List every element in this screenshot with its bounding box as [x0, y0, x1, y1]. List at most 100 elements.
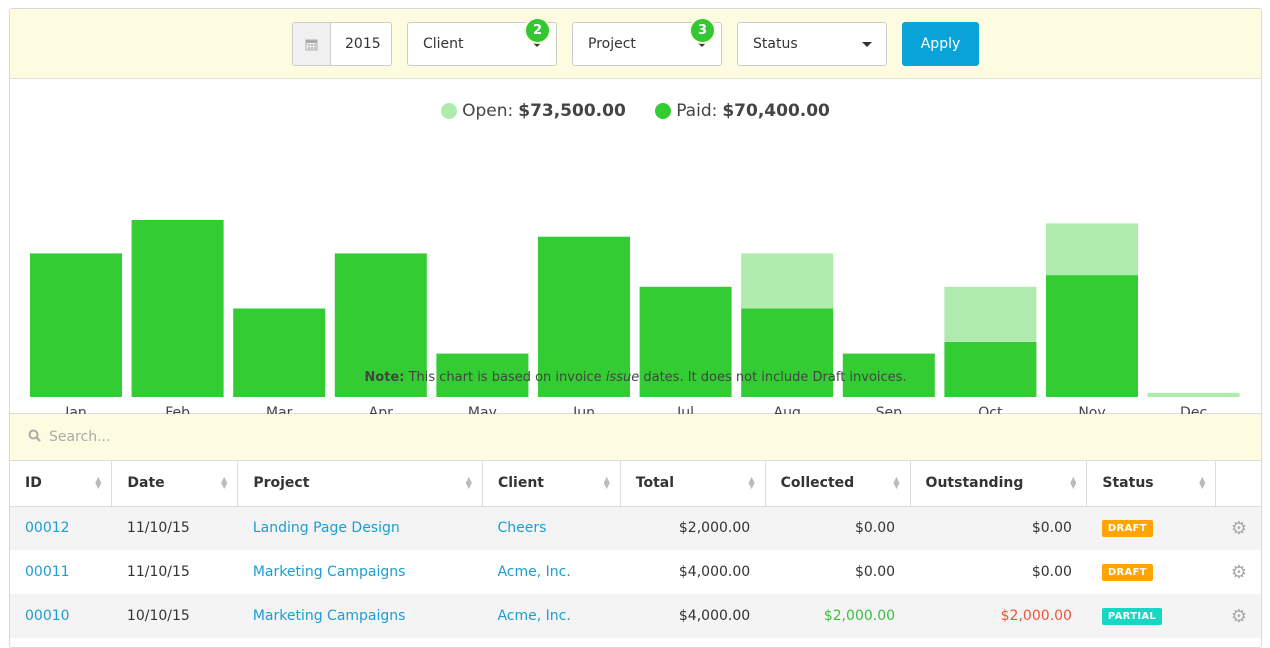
- bar-open-oct: [944, 286, 1037, 342]
- cell-total: $2,000.00: [620, 506, 766, 550]
- sort-icon: ▲ ▼: [748, 475, 755, 490]
- column-header-outstanding[interactable]: Outstanding ▲ ▼: [910, 461, 1088, 507]
- cell-status: DRAFT: [1086, 506, 1216, 550]
- table-row: 00011 11/10/15 Marketing Campaigns Acme,…: [10, 550, 1261, 594]
- column-header-status[interactable]: Status ▲ ▼: [1086, 461, 1217, 507]
- column-header-total[interactable]: Total ▲ ▼: [620, 461, 766, 507]
- column-header-collected[interactable]: Collected ▲ ▼: [765, 461, 911, 507]
- bar-chart-svg: Jan Feb Mar Apr May Jun Jul Aug Sep Oct Nov Dec: [30, 220, 1240, 414]
- invoice-id-link[interactable]: 00012: [25, 520, 70, 536]
- cell-outstanding: $0.00: [910, 506, 1087, 550]
- column-header-project[interactable]: Project ▲ ▼: [237, 461, 483, 507]
- cell-date: 10/10/15: [111, 594, 238, 638]
- bar-open-aug: [741, 253, 834, 309]
- note-text-1: This chart is based on invoice: [404, 370, 606, 385]
- project-select[interactable]: Project 3: [572, 17, 722, 66]
- x-tick-label-jun: Jun: [572, 405, 595, 414]
- search-bar: [10, 414, 1261, 461]
- cell-project: Marketing Campaigns: [238, 550, 483, 594]
- bar-open-dec: [1147, 392, 1240, 397]
- client-link[interactable]: Acme, Inc.: [497, 564, 570, 580]
- client-select[interactable]: Client 2: [407, 17, 557, 66]
- x-tick-label-dec: Dec: [1180, 405, 1207, 414]
- gear-icon[interactable]: ⚙: [1215, 594, 1261, 638]
- table-header-row: ID ▲ ▼ Date ▲ ▼ Project ▲ ▼ Client ▲ ▼ Total ▲ ▼ C…: [10, 461, 1261, 507]
- cell-project: Marketing Campaigns: [237, 594, 483, 638]
- sort-icon: ▲ ▼: [893, 475, 900, 490]
- column-header-client[interactable]: Client ▲ ▼: [482, 461, 621, 507]
- note-text-2: dates. It does not include Draft invoice…: [639, 370, 907, 385]
- status-select[interactable]: Status: [737, 22, 887, 66]
- sort-icon: ▲ ▼: [1199, 475, 1206, 490]
- cell-collected: $0.00: [854, 564, 896, 580]
- client-link[interactable]: Acme, Inc.: [497, 608, 570, 624]
- cell-id: 00010: [10, 594, 112, 638]
- cell-client: Cheers: [482, 506, 621, 550]
- project-link[interactable]: Marketing Campaigns: [253, 608, 406, 624]
- x-tick-label-aug: Aug: [774, 405, 801, 414]
- note-italic: issue: [605, 370, 640, 385]
- project-link[interactable]: Marketing Campaigns: [253, 564, 406, 580]
- cell-collected: $0.00: [765, 506, 911, 550]
- column-label: Date: [127, 475, 165, 492]
- cell-client: Acme, Inc.: [482, 594, 621, 638]
- gear-icon[interactable]: ⚙: [1215, 506, 1261, 550]
- x-tick-label-jul: Jul: [676, 405, 694, 414]
- column-label: ID: [25, 475, 42, 492]
- column-header-id[interactable]: ID ▲ ▼: [10, 461, 113, 507]
- search-input[interactable]: [47, 428, 647, 446]
- x-tick-label-jan: Jan: [64, 405, 87, 414]
- x-tick-label-may: May: [468, 405, 497, 414]
- column-label: Project: [253, 475, 310, 492]
- invoice-id-link[interactable]: 00011: [25, 564, 70, 580]
- status-badge: PARTIAL: [1101, 608, 1163, 625]
- client-filter-count-badge: 2: [524, 17, 551, 44]
- status-badge: DRAFT: [1101, 564, 1153, 581]
- table-row: 00012 11/10/15 Landing Page Design Cheer…: [10, 506, 1261, 550]
- note-bold: Note:: [364, 370, 405, 385]
- column-header-actions: [1215, 461, 1261, 507]
- sort-icon: ▲ ▼: [95, 475, 102, 490]
- gear-icon[interactable]: ⚙: [1216, 550, 1261, 594]
- sort-icon: ▲ ▼: [221, 475, 228, 490]
- client-link[interactable]: Cheers: [497, 520, 546, 536]
- cell-project: Landing Page Design: [237, 506, 483, 550]
- cell-total: $4,000.00: [620, 594, 766, 638]
- cell-id: 00012: [10, 506, 112, 550]
- project-filter-count-badge: 3: [689, 17, 716, 44]
- cell-client: Acme, Inc.: [482, 550, 620, 594]
- status-select-label: Status: [753, 36, 798, 52]
- x-tick-label-sep: Sep: [876, 405, 903, 414]
- column-label: Collected: [780, 475, 855, 492]
- x-tick-label-apr: Apr: [369, 405, 393, 414]
- column-label: Client: [497, 475, 544, 492]
- x-tick-label-feb: Feb: [165, 405, 190, 414]
- year-value: 2015: [345, 36, 381, 52]
- cell-collected: $2,000.00: [765, 594, 911, 638]
- cell-date: 11/10/15: [111, 506, 238, 550]
- invoice-id-link[interactable]: 00010: [25, 608, 70, 624]
- column-label: Status: [1102, 475, 1154, 492]
- calendar-icon: [293, 23, 331, 65]
- invoices-table: ID ▲ ▼ Date ▲ ▼ Project ▲ ▼ Client ▲ ▼ Total ▲ ▼ C…: [10, 461, 1261, 638]
- cell-status: PARTIAL: [1086, 594, 1216, 638]
- cell-status: DRAFT: [1087, 550, 1216, 594]
- x-tick-label-nov: Nov: [1078, 405, 1105, 414]
- apply-button[interactable]: Apply: [902, 22, 979, 66]
- caret-down-icon: [862, 42, 872, 47]
- column-header-date[interactable]: Date ▲ ▼: [111, 461, 239, 507]
- invoices-panel: 2015 Client 2 Project 3 Status Apply Ope…: [9, 8, 1262, 648]
- sort-icon: ▲ ▼: [1070, 475, 1077, 490]
- column-label: Total: [635, 475, 675, 492]
- cell-outstanding: $2,000.00: [910, 594, 1087, 638]
- project-link[interactable]: Landing Page Design: [253, 520, 400, 536]
- table-row: 00010 10/10/15 Marketing Campaigns Acme,…: [10, 594, 1261, 638]
- x-tick-label-mar: Mar: [266, 405, 293, 414]
- cell-id: 00011: [10, 550, 112, 594]
- year-picker[interactable]: 2015: [292, 22, 392, 66]
- client-select-label: Client: [423, 36, 464, 52]
- cell-date: 11/10/15: [126, 564, 190, 580]
- status-badge: DRAFT: [1101, 520, 1153, 538]
- sort-icon: ▲ ▼: [465, 475, 472, 490]
- sort-icon: ▲ ▼: [603, 475, 610, 490]
